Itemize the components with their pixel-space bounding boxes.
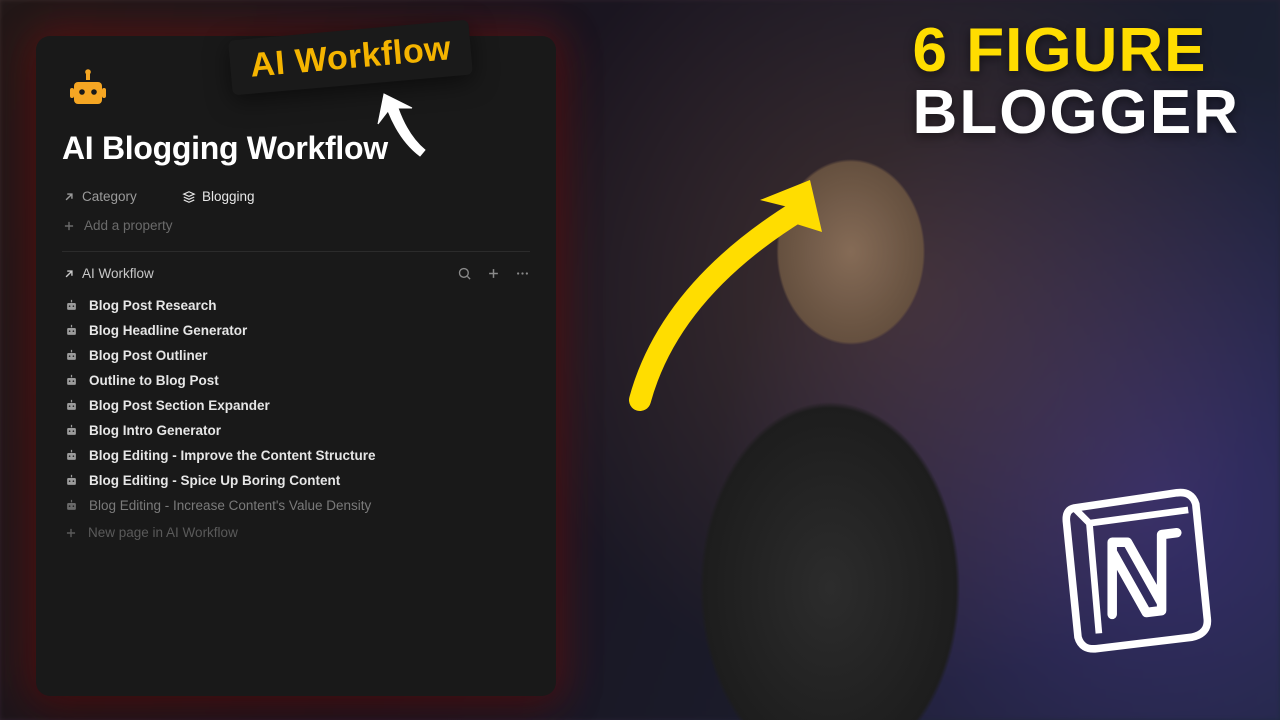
- property-label: Category: [82, 189, 137, 204]
- page-title[interactable]: AI Blogging Workflow: [62, 130, 530, 167]
- arrow-up-right-icon: [62, 267, 76, 281]
- database-list: Blog Post Research Blog Headline Generat…: [62, 293, 530, 547]
- list-item-label: Blog Editing - Increase Content's Value …: [89, 498, 371, 513]
- list-item[interactable]: Blog Headline Generator: [62, 318, 530, 343]
- list-item[interactable]: Blog Editing - Increase Content's Value …: [62, 493, 530, 518]
- robot-icon: [64, 298, 79, 313]
- database-title-link[interactable]: AI Workflow: [62, 266, 154, 281]
- headline-line1: 6 FIGURE: [913, 20, 1240, 82]
- plus-icon[interactable]: [486, 266, 501, 281]
- divider: [62, 251, 530, 252]
- page-icon[interactable]: [62, 64, 114, 116]
- property-row-category[interactable]: Category Blogging: [62, 189, 530, 204]
- notion-page-panel: AI Blogging Workflow Category Blogging A…: [36, 36, 556, 696]
- list-item-label: Blog Post Section Expander: [89, 398, 270, 413]
- notion-logo: [1040, 470, 1230, 660]
- stack-icon: [182, 190, 196, 204]
- robot-icon: [64, 66, 112, 114]
- robot-icon: [64, 448, 79, 463]
- robot-icon: [64, 423, 79, 438]
- database-header: AI Workflow: [62, 266, 530, 281]
- more-icon[interactable]: [515, 266, 530, 281]
- robot-icon: [64, 373, 79, 388]
- list-item-label: Blog Post Outliner: [89, 348, 208, 363]
- list-item[interactable]: Blog Editing - Improve the Content Struc…: [62, 443, 530, 468]
- robot-icon: [64, 473, 79, 488]
- presenter-photo: [570, 120, 1090, 720]
- list-item[interactable]: Outline to Blog Post: [62, 368, 530, 393]
- new-page-label: New page in AI Workflow: [88, 525, 238, 540]
- cursor-arrow-icon: [370, 86, 440, 166]
- search-icon[interactable]: [457, 266, 472, 281]
- add-property-button[interactable]: Add a property: [62, 218, 530, 233]
- robot-icon: [64, 398, 79, 413]
- list-item-label: Outline to Blog Post: [89, 373, 219, 388]
- list-item[interactable]: Blog Post Outliner: [62, 343, 530, 368]
- list-item-label: Blog Headline Generator: [89, 323, 247, 338]
- list-item-label: Blog Intro Generator: [89, 423, 221, 438]
- headline-line2: BLOGGER: [913, 82, 1240, 144]
- list-item[interactable]: Blog Post Section Expander: [62, 393, 530, 418]
- arrow-up-right-icon: [62, 190, 76, 204]
- list-item-label: Blog Post Research: [89, 298, 217, 313]
- thumbnail-headline: 6 FIGURE BLOGGER: [913, 20, 1240, 144]
- database-title: AI Workflow: [82, 266, 154, 281]
- property-value: Blogging: [202, 189, 255, 204]
- add-property-label: Add a property: [84, 218, 173, 233]
- list-item[interactable]: Blog Editing - Spice Up Boring Content: [62, 468, 530, 493]
- robot-icon: [64, 348, 79, 363]
- list-item-label: Blog Editing - Improve the Content Struc…: [89, 448, 376, 463]
- list-item[interactable]: Blog Intro Generator: [62, 418, 530, 443]
- robot-icon: [64, 323, 79, 338]
- robot-icon: [64, 498, 79, 513]
- plus-icon: [64, 526, 78, 540]
- new-page-button[interactable]: New page in AI Workflow: [62, 518, 530, 547]
- list-item[interactable]: Blog Post Research: [62, 293, 530, 318]
- plus-icon: [62, 219, 76, 233]
- list-item-label: Blog Editing - Spice Up Boring Content: [89, 473, 340, 488]
